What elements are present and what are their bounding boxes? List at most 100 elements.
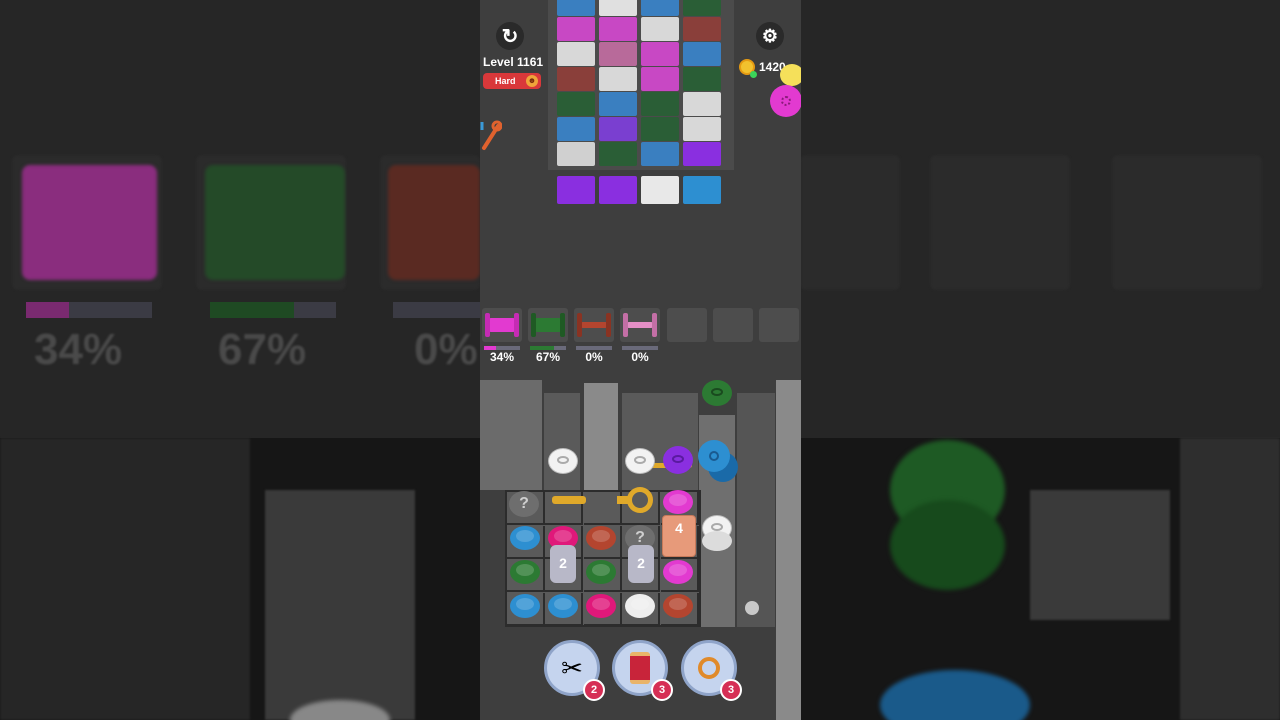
spool-slot-4[interactable]: [620, 308, 660, 342]
blue-spool: [698, 440, 738, 482]
fabric-patch: [641, 117, 679, 141]
fabric-loom: [548, 0, 734, 204]
spool-slot-1[interactable]: [482, 308, 522, 342]
blue-peg[interactable]: [510, 526, 540, 550]
bg-percent: 67%: [218, 325, 307, 374]
fabric-patch: [599, 42, 637, 66]
scissors-icon: ✂: [561, 652, 583, 683]
booster-count: 3: [651, 679, 673, 701]
rust-spool: [577, 313, 611, 337]
yarn-stack[interactable]: 4: [662, 515, 696, 557]
conveyor-column: [737, 393, 775, 627]
restart-icon: ↻: [501, 25, 519, 48]
rust-peg[interactable]: [586, 526, 616, 550]
spool-slot-2[interactable]: [528, 308, 568, 342]
booster-count: 3: [720, 679, 742, 701]
spool-percent: 0%: [631, 350, 649, 364]
spool-percent: 67%: [535, 350, 561, 364]
bg-progress-bar: [393, 302, 480, 318]
skull-icon: ☻: [526, 75, 538, 87]
fabric-patch: [557, 176, 595, 204]
spool-percent: 0%: [585, 350, 603, 364]
fabric-patch: [557, 142, 595, 166]
booster-count: 2: [583, 679, 605, 701]
blue-peg[interactable]: [548, 594, 578, 618]
fabric-patch: [557, 0, 595, 16]
fabric-patch: [641, 67, 679, 91]
magnet-icon: [698, 657, 720, 679]
bg-percent: 34%: [34, 325, 123, 374]
hidden-peg[interactable]: ?: [509, 491, 539, 517]
spool-slot-3[interactable]: [574, 308, 614, 342]
fabric-patch: [683, 42, 721, 66]
purple-spool[interactable]: [663, 446, 693, 482]
fabric-patch: [683, 176, 721, 204]
bg-percent: 0%: [414, 325, 478, 374]
fabric-patch: [683, 142, 721, 166]
empty-slot[interactable]: [667, 308, 707, 342]
fabric-patch: [599, 17, 637, 41]
locked-stack[interactable]: 2: [550, 545, 576, 583]
thread-spool-icon: [630, 652, 650, 684]
restart-button[interactable]: ↻: [496, 22, 524, 50]
game-screen: ↻ Level 1161 Hard ☻ ⚙ 1420 34% 67% 0% 0%…: [480, 0, 801, 720]
magenta-peg[interactable]: [586, 594, 616, 618]
level-label: Level 1161: [483, 55, 544, 69]
add-coins-icon[interactable]: [750, 71, 757, 78]
yellow-button-icon: [780, 64, 801, 86]
conveyor-column: [480, 380, 542, 490]
magenta-peg[interactable]: [663, 490, 693, 514]
pink-spool: [623, 313, 657, 337]
blue-peg[interactable]: [510, 594, 540, 618]
key-ring-icon[interactable]: [627, 487, 653, 513]
locked-count: 2: [637, 555, 645, 571]
fabric-patch: [683, 0, 721, 16]
bg-column: [265, 490, 415, 720]
fabric-patch: [599, 117, 637, 141]
bg-empty-slot: [800, 155, 900, 290]
bg-progress-bar: [210, 302, 336, 318]
bg-spool-rust: [388, 165, 480, 280]
green-spool: [531, 313, 565, 337]
white-spool[interactable]: [625, 448, 655, 484]
fabric-patch: [641, 42, 679, 66]
fabric-patch: [641, 92, 679, 116]
bg-progress-bar: [26, 302, 152, 318]
difficulty-text: Hard: [495, 76, 516, 86]
magenta-peg[interactable]: [663, 560, 693, 584]
fabric-patch: [641, 176, 679, 204]
empty-slot[interactable]: [759, 308, 799, 342]
fabric-patch: [683, 117, 721, 141]
bg-empty-slot: [930, 155, 1070, 290]
bg-column: [1180, 438, 1280, 720]
green-peg[interactable]: [510, 560, 540, 584]
settings-button[interactable]: ⚙: [756, 22, 784, 50]
locked-stack[interactable]: 2: [628, 545, 654, 583]
bg-column: [0, 438, 250, 720]
bg-spool-magenta: [22, 165, 157, 280]
white-peg[interactable]: [625, 594, 655, 618]
empty-slot[interactable]: [713, 308, 753, 342]
locked-count: 2: [559, 555, 567, 571]
fabric-patch: [641, 0, 679, 16]
fabric-patch: [599, 0, 637, 16]
rust-peg[interactable]: [663, 594, 693, 618]
green-peg[interactable]: [586, 560, 616, 584]
white-spool[interactable]: [702, 515, 732, 551]
yarn-stack-count: 4: [675, 520, 683, 536]
white-spool[interactable]: [548, 448, 578, 484]
green-spool[interactable]: [702, 380, 732, 416]
bg-spool-green: [205, 165, 345, 280]
fabric-patch: [599, 176, 637, 204]
empty-hole: [745, 601, 759, 615]
rope-bar: [552, 496, 586, 504]
magenta-button-icon: [770, 85, 801, 117]
fabric-patch: [599, 92, 637, 116]
fabric-patch: [683, 92, 721, 116]
fabric-patch: [599, 142, 637, 166]
magenta-spool: [485, 313, 519, 337]
bg-empty-slot: [1112, 155, 1262, 290]
bg-column: [1030, 490, 1170, 620]
fabric-patch: [641, 17, 679, 41]
fabric-patch: [641, 142, 679, 166]
